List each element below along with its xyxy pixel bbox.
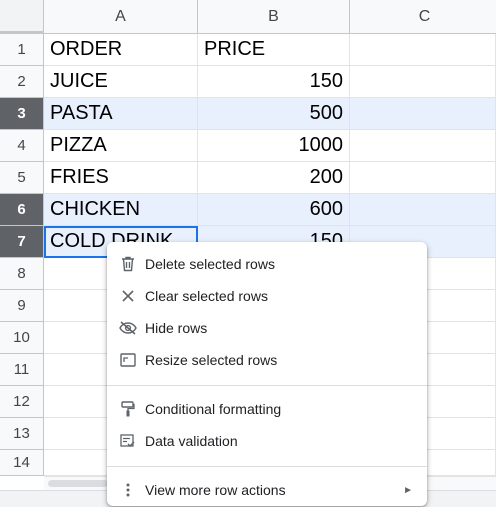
menu-item-hide-rows[interactable]: Hide rows (107, 312, 427, 344)
cell-b1[interactable]: PRICE (198, 34, 350, 66)
cell-b3[interactable]: 500 (198, 98, 350, 130)
scrollbar-thumb[interactable] (48, 480, 108, 487)
row-header-1[interactable]: 1 (0, 34, 44, 66)
cell-b2[interactable]: 150 (198, 66, 350, 98)
row-header-3[interactable]: 3 (0, 98, 44, 130)
menu-item-delete-rows[interactable]: Delete selected rows (107, 248, 427, 280)
cell-b4[interactable]: 1000 (198, 130, 350, 162)
cell-a5[interactable]: FRIES (44, 162, 198, 194)
menu-item-clear-rows[interactable]: Clear selected rows (107, 280, 427, 312)
checklist-icon (119, 432, 137, 450)
menu-item-label: Resize selected rows (145, 352, 278, 368)
cell-a4[interactable]: PIZZA (44, 130, 198, 162)
row-header-13[interactable]: 13 (0, 418, 44, 450)
paint-roller-icon (119, 400, 137, 418)
menu-item-conditional-formatting[interactable]: Conditional formatting (107, 393, 427, 425)
menu-item-label: View more row actions (145, 482, 286, 498)
row-header-6[interactable]: 6 (0, 194, 44, 226)
row-header-2[interactable]: 2 (0, 66, 44, 98)
menu-item-label: Data validation (145, 433, 238, 449)
column-header-a[interactable]: A (44, 0, 198, 34)
row-header-9[interactable]: 9 (0, 290, 44, 322)
select-all-corner[interactable] (0, 0, 44, 34)
row-header-12[interactable]: 12 (0, 386, 44, 418)
column-header-b[interactable]: B (198, 0, 350, 34)
row-header-10[interactable]: 10 (0, 322, 44, 354)
cell-a2[interactable]: JUICE (44, 66, 198, 98)
close-icon (119, 287, 137, 305)
menu-divider (107, 466, 427, 467)
row-header-5[interactable]: 5 (0, 162, 44, 194)
row-context-menu: Delete selected rows Clear selected rows… (107, 242, 427, 506)
menu-item-label: Delete selected rows (145, 256, 275, 272)
cell-c3[interactable] (350, 98, 496, 130)
column-header-c[interactable]: C (350, 0, 496, 34)
menu-item-label: Conditional formatting (145, 401, 282, 417)
chevron-right-icon: ► (403, 484, 413, 496)
menu-item-label: Clear selected rows (145, 288, 268, 304)
row-header-4[interactable]: 4 (0, 130, 44, 162)
cell-b5[interactable]: 200 (198, 162, 350, 194)
row-header-7[interactable]: 7 (0, 226, 44, 258)
cell-c4[interactable] (350, 130, 496, 162)
menu-divider (107, 385, 427, 386)
cell-c1[interactable] (350, 34, 496, 66)
menu-item-data-validation[interactable]: Data validation (107, 425, 427, 457)
cell-a6[interactable]: CHICKEN (44, 194, 198, 226)
resize-icon (119, 351, 137, 369)
cell-c2[interactable] (350, 66, 496, 98)
trash-icon (119, 255, 137, 273)
menu-item-resize-rows[interactable]: Resize selected rows (107, 344, 427, 376)
cell-c5[interactable] (350, 162, 496, 194)
menu-item-label: Hide rows (145, 320, 208, 336)
row-header-14[interactable]: 14 (0, 450, 44, 476)
more-vertical-icon (119, 481, 137, 499)
cell-c6[interactable] (350, 194, 496, 226)
menu-item-more-row-actions[interactable]: View more row actions ► (107, 474, 427, 506)
row-header-11[interactable]: 11 (0, 354, 44, 386)
cell-a1[interactable]: ORDER (44, 34, 198, 66)
cell-b6[interactable]: 600 (198, 194, 350, 226)
row-header-8[interactable]: 8 (0, 258, 44, 290)
eye-off-icon (119, 319, 137, 337)
cell-a3[interactable]: PASTA (44, 98, 198, 130)
